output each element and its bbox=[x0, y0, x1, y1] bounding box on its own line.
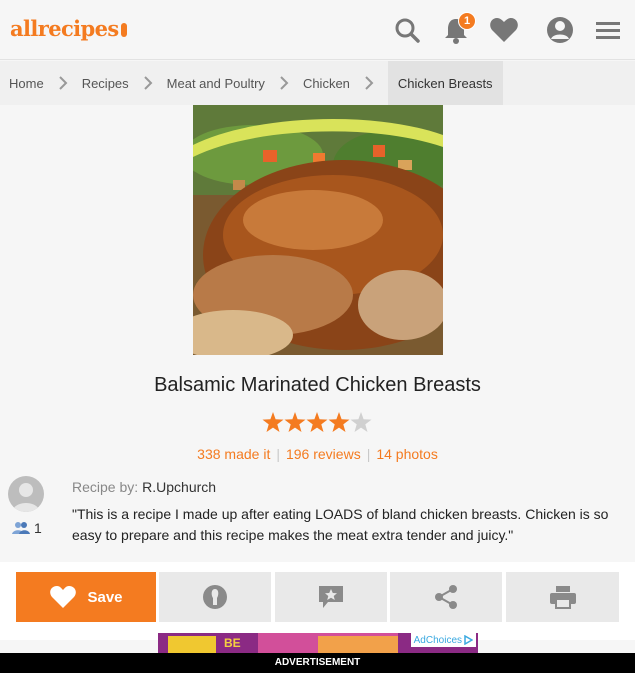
site-header: allrecipes 1 bbox=[0, 0, 635, 60]
star-icon[interactable] bbox=[284, 412, 306, 433]
recipe-photo[interactable] bbox=[193, 105, 443, 355]
recipe-description: "This is a recipe I made up after eating… bbox=[72, 506, 609, 543]
made-it-button[interactable] bbox=[159, 572, 271, 622]
save-button[interactable]: Save bbox=[16, 572, 156, 622]
favorites-heart-icon[interactable] bbox=[488, 14, 520, 46]
chevron-right-icon bbox=[265, 61, 303, 105]
star-icon[interactable] bbox=[350, 412, 372, 433]
page-footer-strip bbox=[0, 673, 635, 683]
made-it-count-link[interactable]: 338 made it bbox=[197, 446, 270, 462]
star-icon[interactable] bbox=[328, 412, 350, 433]
photos-link[interactable]: 14 photos bbox=[376, 446, 438, 462]
chevron-right-icon bbox=[129, 61, 167, 105]
share-icon bbox=[435, 585, 457, 609]
breadcrumb-recipes[interactable]: Recipes bbox=[82, 61, 129, 105]
advertisement-banner[interactable]: BE AdChoices bbox=[158, 633, 478, 655]
print-button[interactable] bbox=[506, 572, 619, 622]
menu-icon[interactable] bbox=[592, 14, 624, 46]
allrecipes-logo[interactable]: allrecipes bbox=[10, 16, 127, 41]
heart-icon bbox=[50, 586, 77, 608]
breadcrumb-chicken[interactable]: Chicken bbox=[303, 61, 350, 105]
adchoices-icon bbox=[464, 635, 473, 645]
breadcrumb-chicken-breasts[interactable]: Chicken Breasts bbox=[387, 61, 503, 105]
advertisement-label: ADVERTISEMENT bbox=[0, 653, 635, 673]
print-icon bbox=[549, 586, 576, 609]
divider: | bbox=[366, 446, 371, 462]
star-icon[interactable] bbox=[306, 412, 328, 433]
adchoices-label: AdChoices bbox=[413, 634, 462, 646]
recipe-by-label: Recipe by: bbox=[72, 479, 139, 495]
notifications-button[interactable]: 1 bbox=[440, 12, 476, 46]
breadcrumb-meat-and-poultry[interactable]: Meat and Poultry bbox=[167, 61, 265, 105]
recipe-byline: Recipe by: R.Upchurch bbox=[72, 479, 216, 495]
breadcrumb-home[interactable]: Home bbox=[0, 61, 44, 105]
review-icon bbox=[319, 586, 343, 608]
made-it-icon bbox=[203, 585, 227, 609]
save-label: Save bbox=[87, 588, 123, 606]
recipe-action-bar: Save bbox=[0, 562, 635, 640]
author-name-link[interactable]: R.Upchurch bbox=[142, 479, 216, 495]
chevron-right-icon bbox=[350, 61, 388, 105]
adchoices-link[interactable]: AdChoices bbox=[410, 633, 476, 647]
notification-badge: 1 bbox=[458, 12, 476, 30]
recipe-title: Balsamic Marinated Chicken Breasts bbox=[154, 374, 481, 396]
chevron-right-icon bbox=[44, 61, 82, 105]
author-avatar[interactable] bbox=[8, 476, 44, 512]
search-icon[interactable] bbox=[391, 14, 423, 46]
share-button[interactable] bbox=[390, 572, 502, 622]
review-button[interactable] bbox=[275, 572, 387, 622]
recipe-stats: 338 made it | 196 reviews | 14 photos bbox=[0, 446, 635, 462]
divider: | bbox=[276, 446, 280, 462]
ad-text: BE bbox=[224, 636, 241, 650]
breadcrumb: Home Recipes Meat and Poultry Chicken Ch… bbox=[0, 61, 635, 105]
followers-count[interactable]: 1 bbox=[12, 520, 42, 536]
user-profile-icon[interactable] bbox=[544, 14, 576, 46]
rating-stars[interactable] bbox=[262, 412, 372, 433]
reviews-link[interactable]: 196 reviews bbox=[286, 446, 361, 462]
star-icon[interactable] bbox=[262, 412, 284, 433]
followers-icon bbox=[12, 522, 30, 534]
followers-number: 1 bbox=[34, 520, 42, 536]
